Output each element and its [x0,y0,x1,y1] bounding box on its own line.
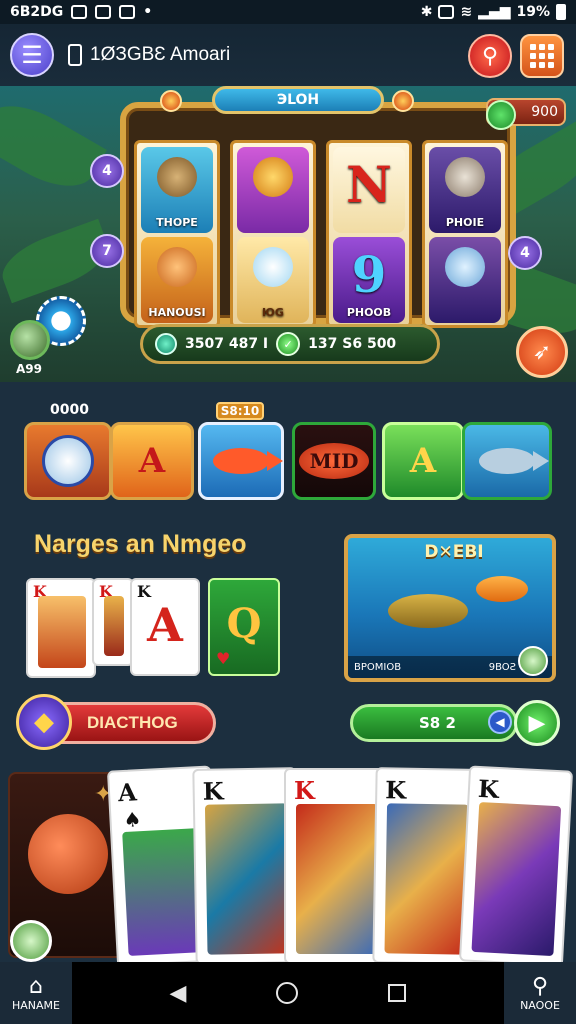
grid-menu-icon[interactable] [520,34,564,78]
reel-symbol-axolotl[interactable]: ЮG [237,237,309,323]
playing-card-green[interactable]: Q ♥ [208,578,280,676]
player-tag: A99 [16,362,42,376]
player-avatar[interactable] [10,320,50,360]
home-circle-icon[interactable] [276,982,299,1004]
gem-icon [160,90,182,112]
reel-symbol-nine[interactable]: 9 PHOOB [333,237,405,323]
game-tile-red-fish[interactable] [198,422,284,500]
slot-hero: THOPE HANOUSI ЮG N 9 PHOOB PHOIE ЭLOH 4 … [0,86,576,382]
fish-icon [388,594,468,628]
search-tab[interactable]: ⚲ NAOOE [504,962,576,1024]
battery-icon [556,4,566,20]
playing-card[interactable]: K A [130,578,200,676]
search-icon[interactable]: ⚲ [468,34,512,78]
recents-icon[interactable] [388,984,407,1002]
reel-symbol-pirate-fish[interactable] [429,237,501,323]
sim-icon [438,5,455,19]
app-title: 1ØЗGBƐ Amoari [90,44,231,65]
back-icon[interactable]: ◀ [170,981,187,1006]
bluetooth-icon: ✱ [420,4,433,20]
timer-badge: S8:10 [216,402,264,420]
gem-icon: ✓ [276,332,301,356]
app-notification-icon [95,5,112,19]
app-bar: ☰ 1ØЗGBƐ Amoari ⚲ [0,24,576,86]
chat-icon [119,5,136,19]
dot-icon: • [143,4,153,20]
reel-3: N 9 PHOOB [326,140,412,328]
game-tile-jester[interactable] [24,422,112,500]
status-time: 6B2DG [10,4,64,20]
reel-symbol-fish[interactable] [237,147,309,233]
fish-icon [476,576,528,602]
gem-icon [392,90,414,112]
diamond-icon: ◆ [16,694,72,750]
heart-icon: ♥ [216,649,231,668]
reel-1: THOPE HANOUSI [134,140,220,328]
balance-bar: 3507 487 I ✓ 137 S6 500 [140,324,440,364]
add-bet-icon[interactable] [486,100,516,130]
home-tab[interactable]: ⌂ HANAME [0,962,72,1024]
strip-label: 0000 [50,402,89,418]
fan-card-king-purple[interactable]: K ♠ [458,765,574,967]
reel-symbol-monkey[interactable]: THOPE [141,147,213,233]
phone-icon [68,44,82,66]
back-arrow-icon[interactable]: ☰ [10,33,54,77]
play-button[interactable]: ▶ [514,700,560,746]
wifi-icon: ≋ [460,4,473,20]
promo-title: Narges an Nmgeo [34,530,247,558]
battery-percent: 19% [516,4,550,20]
reel-symbol-letter-n[interactable]: N [333,147,405,233]
game-tile-mid[interactable]: MID [292,422,376,500]
player-avatar[interactable] [10,920,52,962]
game-tile-letter-a[interactable]: A [110,422,194,500]
spin-button[interactable]: ➶ [516,326,568,378]
system-nav-bar: ◀ [0,962,576,1024]
reel-symbol-raccoon[interactable]: PHOIE [429,147,501,233]
creature-icon [28,814,108,894]
level-button[interactable]: 7 [90,234,124,268]
playing-card[interactable]: K [26,578,96,678]
game-tile-letter-a-green[interactable]: A [382,422,464,500]
signal-icon: ▂▄▆ [478,4,511,20]
playing-card[interactable]: K [92,578,134,666]
home-icon: ⌂ [29,973,43,999]
level-button[interactable]: 4 [90,154,124,188]
search-label: NAOOE [520,998,560,1012]
reel-symbol-lion[interactable]: HANOUSI [141,237,213,323]
ocean-title: D✕EBI [424,542,484,562]
balance-right: 137 S6 500 [308,336,397,352]
arrow-icon: ◀ [488,710,512,734]
reel-2: ЮG [230,140,316,328]
status-bar: 6B2DG • ✱ ≋ ▂▄▆ 19% [0,0,576,24]
search-icon: ⚲ [531,973,549,999]
level-button[interactable]: 4 [508,236,542,270]
balance-left: 3507 487 I [185,336,269,352]
ocean-game-banner[interactable]: D✕EBI BPOMIOB 9BOƧ [344,534,556,682]
home-label: HANAME [12,998,60,1012]
player-avatar[interactable] [518,646,548,676]
game-tile-marlin[interactable] [462,422,552,500]
notification-icon [71,5,88,19]
reel-4: PHOIE [422,140,508,328]
slot-machine-frame: THOPE HANOUSI ЮG N 9 PHOOB PHOIE [120,102,516,328]
marquee: ЭLOH [212,86,384,114]
coin-icon [155,333,177,355]
